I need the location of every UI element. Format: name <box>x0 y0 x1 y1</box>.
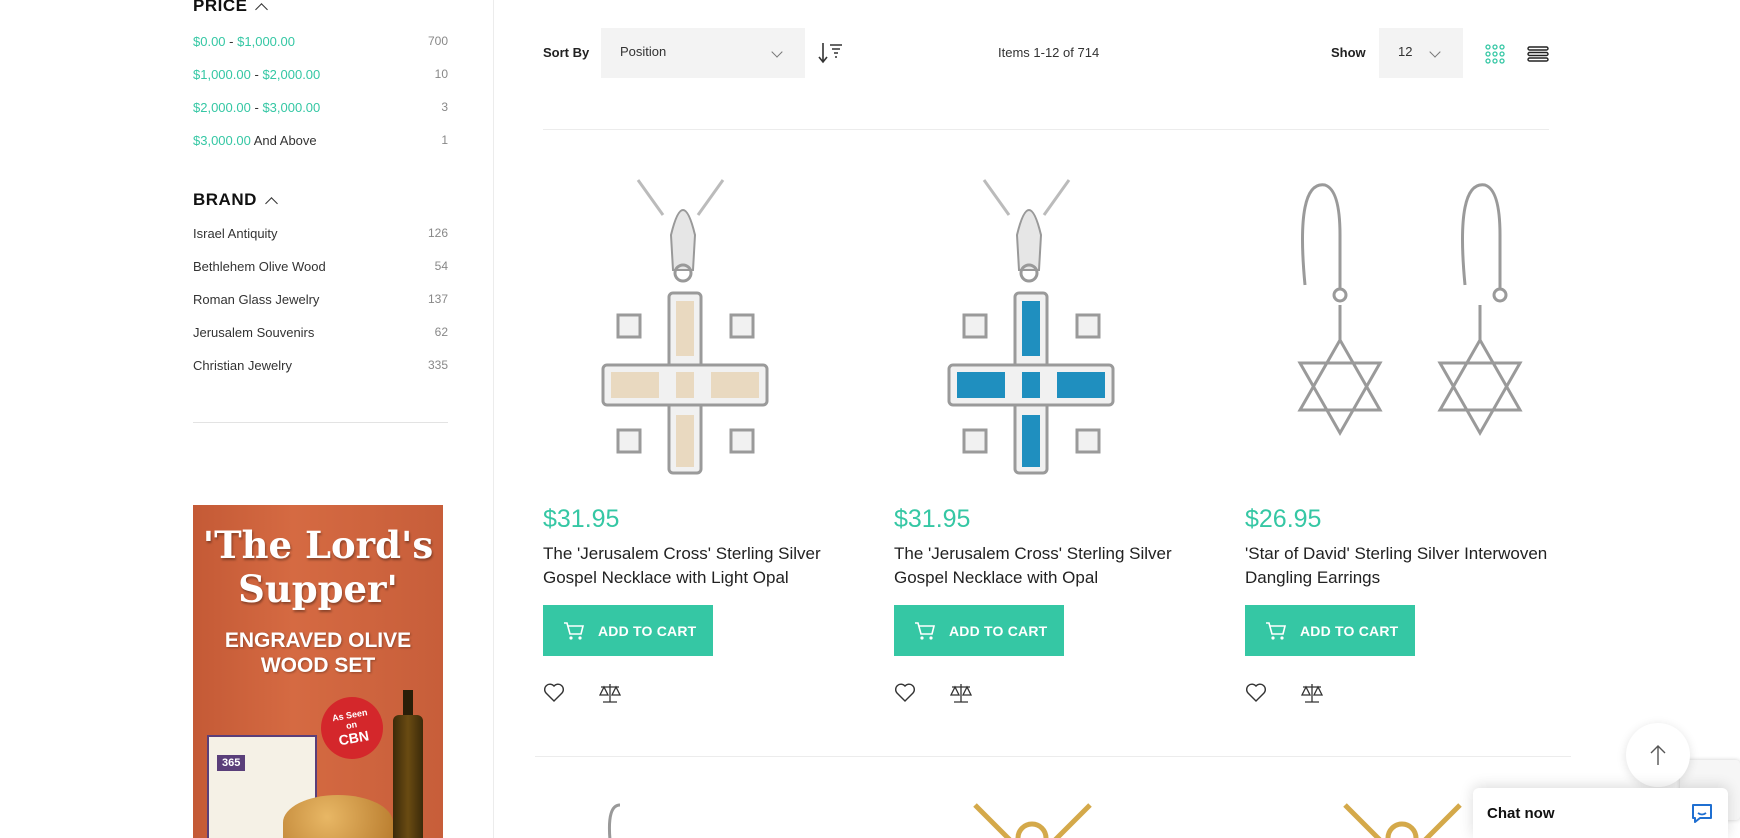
chevron-up-icon <box>255 2 269 16</box>
product-toolbar: Sort By Position Items 1-12 of 714 Show … <box>543 28 1549 80</box>
product-name[interactable]: The 'Jerusalem Cross' Sterling Silver Go… <box>894 542 1204 590</box>
cart-icon <box>1266 621 1287 640</box>
price-filter-title: PRICE <box>193 0 248 15</box>
price-filter-item[interactable]: $1,000.00 - $2,000.00 10 <box>193 67 448 100</box>
promo-title: 'The Lord's Supper' <box>202 523 434 611</box>
brand-filter-item[interactable]: Israel Antiquity 126 <box>193 226 448 259</box>
brand-filter-item[interactable]: Bethlehem Olive Wood 54 <box>193 259 448 292</box>
filter-count: 62 <box>434 325 448 339</box>
filter-count: 10 <box>434 67 448 81</box>
toolbar-divider <box>543 129 1549 130</box>
chevron-down-icon <box>771 46 783 58</box>
price-filter-item[interactable]: $0.00 - $1,000.00 700 <box>193 34 448 67</box>
cbn-badge: As Seen on CBN <box>316 692 388 764</box>
heart-icon[interactable] <box>894 682 916 704</box>
list-view-icon[interactable] <box>1527 46 1549 62</box>
add-to-cart-button[interactable]: ADD TO CART <box>894 605 1064 656</box>
show-label: Show <box>1331 45 1366 60</box>
cart-icon <box>915 621 936 640</box>
product-image[interactable] <box>894 175 1194 485</box>
brand-filter-item[interactable]: Roman Glass Jewelry 137 <box>193 292 448 325</box>
compare-icon[interactable] <box>598 682 622 704</box>
product-image[interactable] <box>970 800 1120 838</box>
product-name[interactable]: The 'Jerusalem Cross' Sterling Silver Go… <box>543 542 853 590</box>
filter-count: 1 <box>441 133 448 147</box>
sort-select[interactable]: Position <box>601 28 805 78</box>
compare-icon[interactable] <box>1300 682 1324 704</box>
bottle-image <box>393 715 423 838</box>
add-to-cart-button[interactable]: ADD TO CART <box>543 605 713 656</box>
column-divider <box>493 0 494 838</box>
price-filter-toggle[interactable]: PRICE <box>193 0 269 16</box>
filter-count: 54 <box>434 259 448 273</box>
limiter-select[interactable]: 12 <box>1379 28 1463 78</box>
grid-view-icon[interactable] <box>1485 44 1505 64</box>
filter-count: 137 <box>427 292 448 306</box>
scroll-to-top-button[interactable] <box>1626 723 1690 787</box>
product-name[interactable]: 'Star of David' Sterling Silver Interwov… <box>1245 542 1555 590</box>
chevron-up-icon <box>265 196 278 210</box>
brand-filter-list: Israel Antiquity 126 Bethlehem Olive Wood… <box>193 226 448 391</box>
price-filter-list: $0.00 - $1,000.00 700 $1,000.00 - $2,000… <box>193 34 448 166</box>
compare-icon[interactable] <box>949 682 973 704</box>
brand-filter-toggle[interactable]: BRAND <box>193 190 278 210</box>
sort-direction-icon[interactable] <box>818 42 844 64</box>
filter-count: 3 <box>441 100 448 114</box>
filter-count: 126 <box>427 226 448 240</box>
product-image[interactable] <box>543 175 843 485</box>
add-to-cart-button[interactable]: ADD TO CART <box>1245 605 1415 656</box>
items-count: Items 1-12 of 714 <box>998 45 1100 60</box>
product-price: $26.95 <box>1245 505 1322 533</box>
promo-subtitle: ENGRAVED OLIVE WOOD SET <box>224 629 412 677</box>
product-price: $31.95 <box>543 505 620 533</box>
box-label: 365 <box>217 755 246 771</box>
product-image[interactable] <box>595 800 745 838</box>
price-filter-item[interactable]: $2,000.00 - $3,000.00 3 <box>193 100 448 133</box>
brand-filter-title: BRAND <box>193 190 257 209</box>
sort-label: Sort By <box>543 45 590 60</box>
product-image[interactable] <box>1340 800 1490 838</box>
bread-image <box>283 795 393 838</box>
chat-widget[interactable]: Chat now <box>1473 788 1728 838</box>
chevron-down-icon <box>1429 46 1441 58</box>
price-filter-item[interactable]: $3,000.00 And Above 1 <box>193 133 448 166</box>
heart-icon[interactable] <box>1245 682 1267 704</box>
brand-filter-item[interactable]: Jerusalem Souvenirs 62 <box>193 325 448 358</box>
filter-count: 335 <box>427 358 448 372</box>
heart-icon[interactable] <box>543 682 565 704</box>
promo-banner[interactable]: 'The Lord's Supper' ENGRAVED OLIVE WOOD … <box>193 505 443 838</box>
cart-icon <box>564 621 585 640</box>
sidebar-divider <box>193 422 448 423</box>
row-divider <box>535 756 1571 757</box>
product-image[interactable] <box>1245 175 1545 485</box>
arrow-up-icon <box>1650 745 1666 765</box>
product-price: $31.95 <box>894 505 971 533</box>
chat-bubble-icon <box>1692 804 1712 823</box>
brand-filter-item[interactable]: Christian Jewelry 335 <box>193 358 448 391</box>
filter-count: 700 <box>427 34 448 48</box>
chat-label: Chat now <box>1487 804 1555 822</box>
